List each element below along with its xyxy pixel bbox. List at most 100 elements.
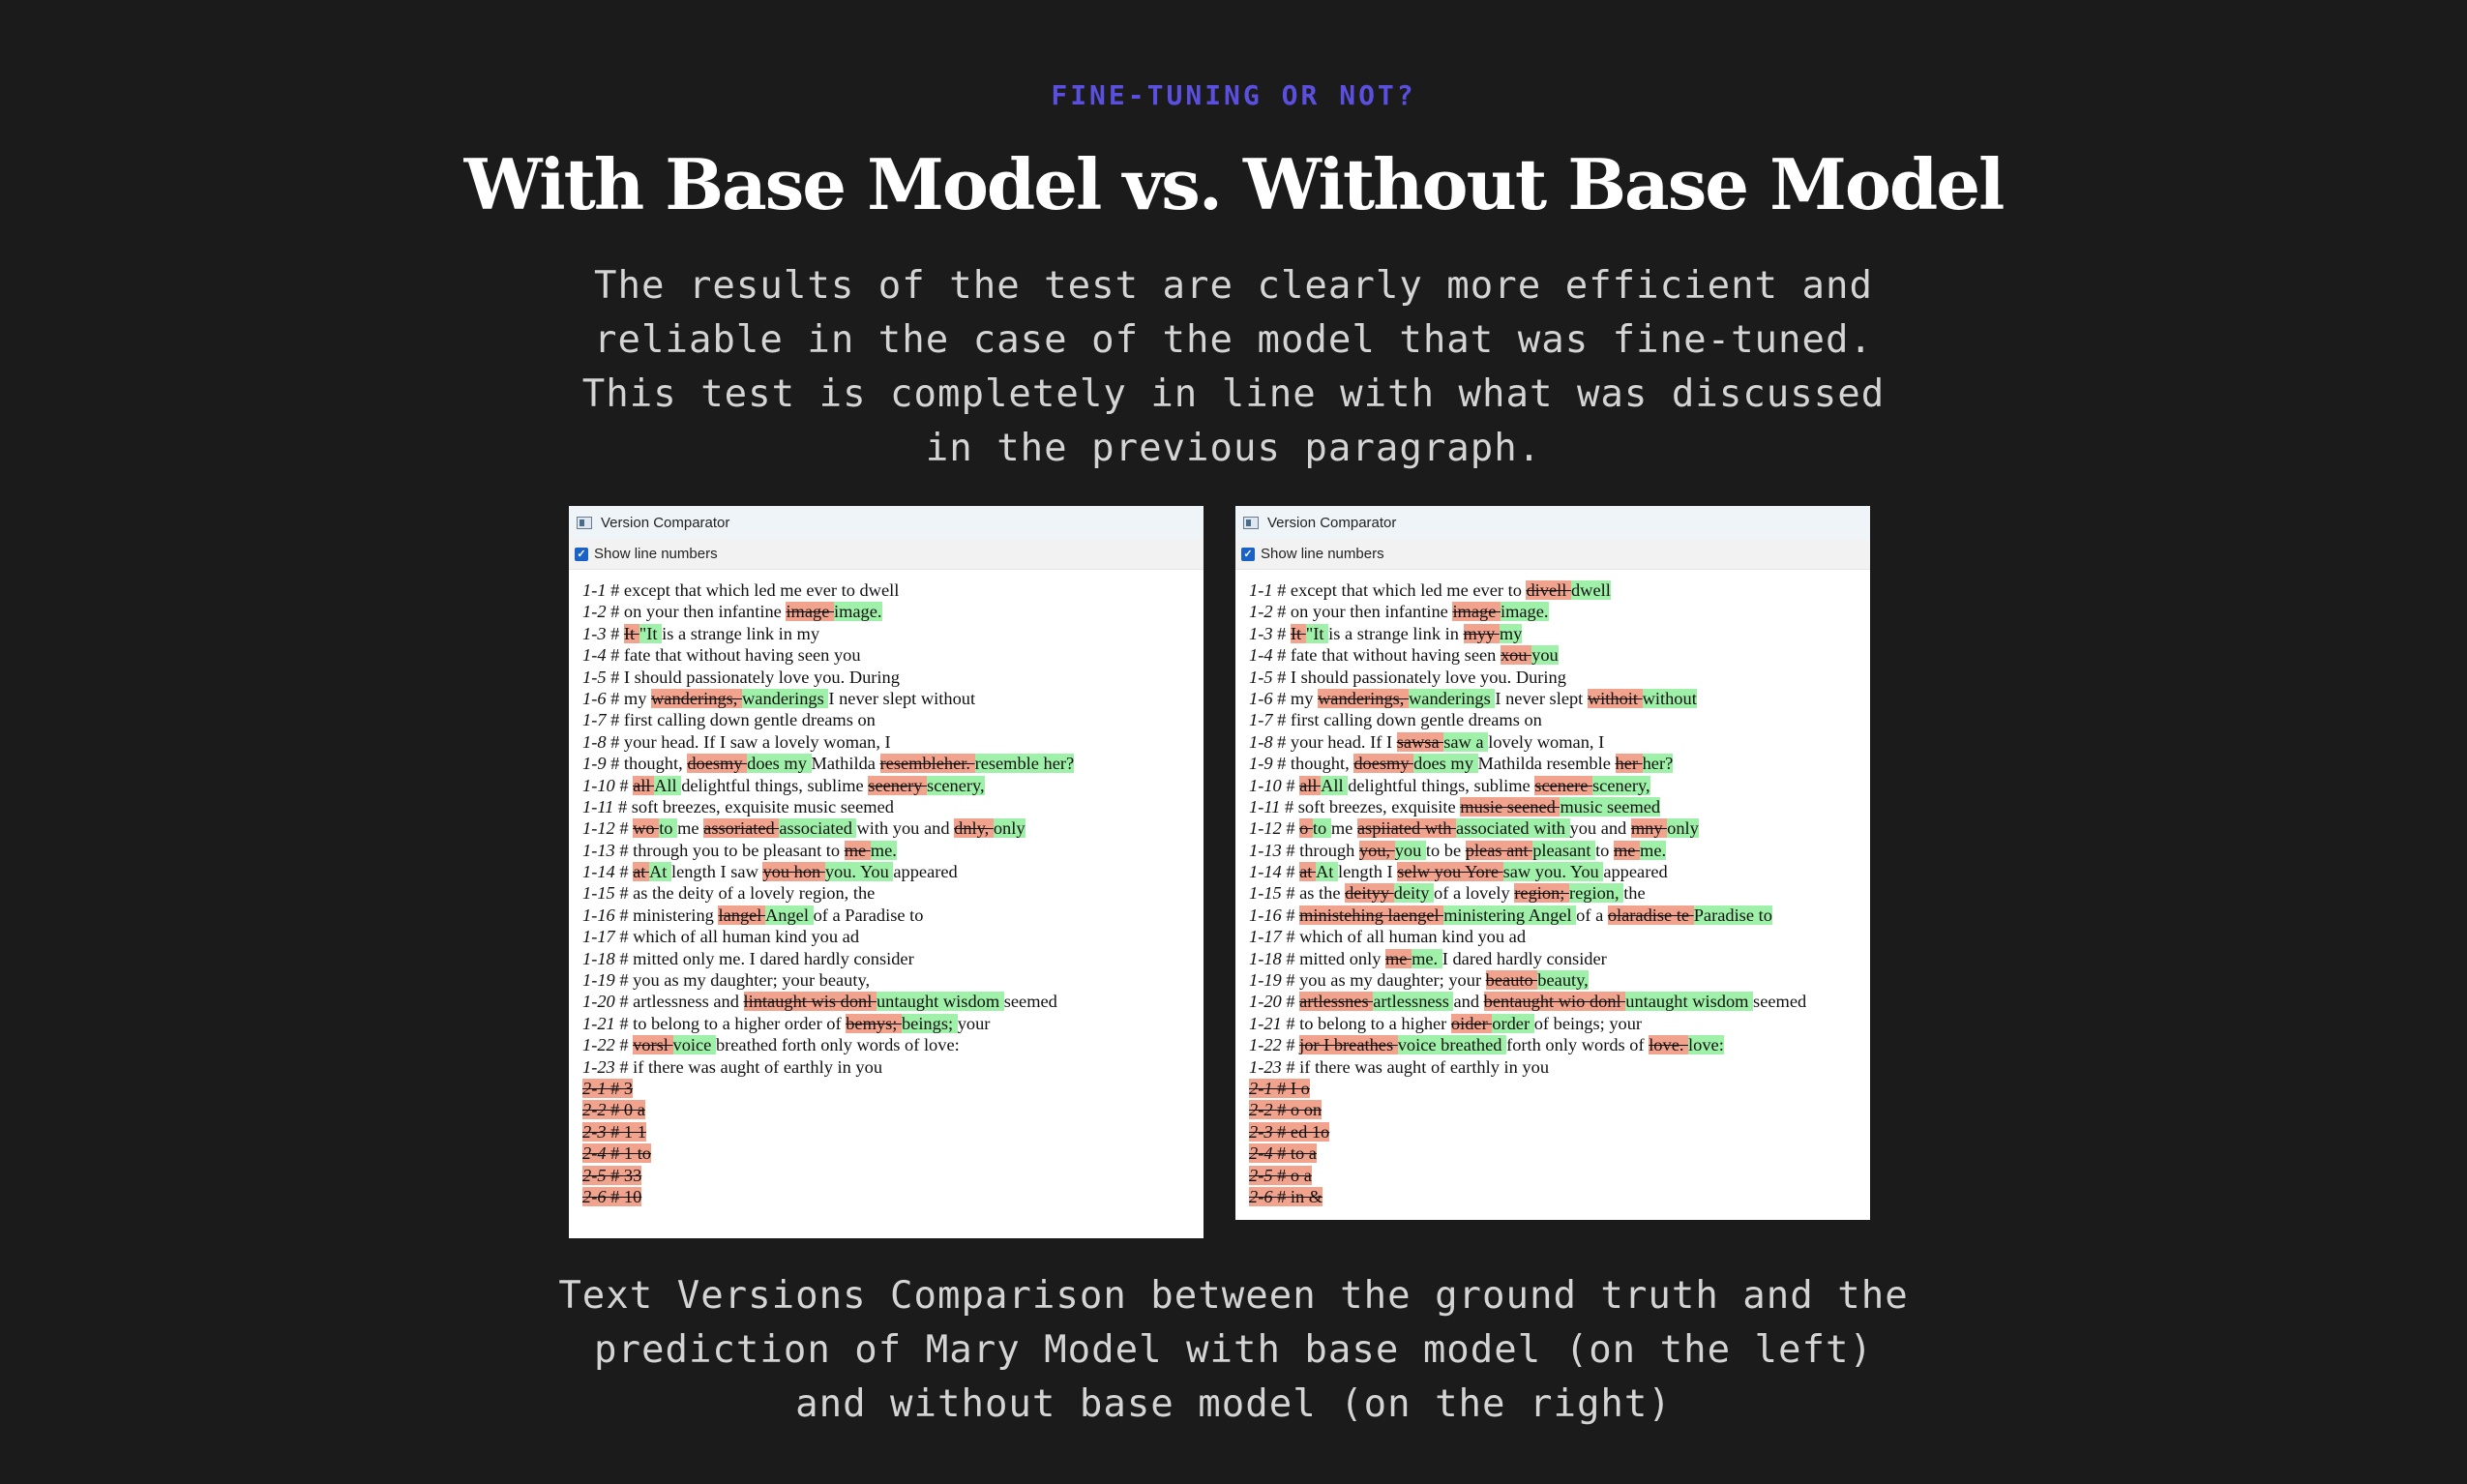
deleted-text: all — [1299, 775, 1322, 795]
line-separator: # — [614, 883, 634, 904]
line-number: 1-14 — [582, 862, 615, 882]
inserted-text: without — [1642, 688, 1697, 708]
unchanged-text: my — [623, 688, 652, 708]
inserted-text: wanderings — [742, 688, 829, 708]
inserted-text: pleasant — [1532, 840, 1596, 860]
left-comparator-window: Version Comparator ✓ Show line numbers 1… — [569, 506, 1204, 1238]
unchanged-text: first calling down gentle dreams on — [623, 710, 876, 730]
line-number: 1-8 — [1249, 731, 1273, 752]
inserted-text: only — [993, 818, 1025, 839]
unchanged-text: through you to be pleasant to — [633, 840, 845, 860]
line-separator: # — [1272, 710, 1291, 730]
inserted-text: associated — [779, 818, 857, 839]
unchanged-text: I should passionately love you. During — [1290, 667, 1566, 687]
deleted-text: 0 a — [623, 1100, 645, 1120]
line-separator: # — [606, 1100, 624, 1120]
diff-line: 2-2 # 0 a — [582, 1099, 1204, 1120]
diff-line: 2-2 # o on — [1249, 1099, 1870, 1120]
line-separator: # — [1281, 1035, 1300, 1055]
unchanged-text: mitted only me. I dared hardly consider — [633, 948, 914, 968]
line-number: 1-19 — [1249, 970, 1282, 991]
line-number: 2-6 — [582, 1186, 607, 1206]
deleted-text: seenery — [868, 775, 928, 795]
diff-line: 1-5 # I should passionately love you. Du… — [1249, 667, 1870, 688]
deleted-text: beauto — [1485, 970, 1538, 991]
inserted-text: image. — [1500, 602, 1549, 622]
inserted-text: saw a — [1443, 731, 1489, 752]
diff-line: 1-13 # through you, you to be pleas ant … — [1249, 840, 1870, 861]
deleted-text: region; — [1514, 883, 1569, 904]
show-line-numbers-checkbox[interactable]: ✓ — [1241, 547, 1255, 561]
line-separator: # — [606, 580, 624, 600]
unchanged-text: me — [1330, 818, 1357, 839]
diff-line: 1-10 # all All delightful things, sublim… — [1249, 775, 1870, 796]
unchanged-text: of a Paradise to — [813, 905, 924, 925]
inserted-text: resemble her? — [974, 754, 1075, 774]
diff-line: 1-17 # which of all human kind you ad — [582, 926, 1204, 947]
unchanged-text: soft breezes, exquisite music seemed — [631, 796, 894, 816]
inserted-text: scenery, — [1592, 775, 1650, 795]
diff-line: 1-7 # first calling down gentle dreams o… — [1249, 709, 1870, 730]
inserted-text: does my — [1413, 754, 1478, 774]
diff-line: 1-23 # if there was aught of earthly in … — [582, 1056, 1204, 1078]
line-number: 1-22 — [1249, 1035, 1282, 1055]
line-separator: # — [1281, 927, 1300, 947]
line-separator: # — [606, 1165, 624, 1185]
deleted-text: It — [1290, 623, 1306, 643]
inserted-text: image. — [833, 602, 882, 622]
inserted-text: to — [1312, 818, 1331, 839]
line-separator: # — [1272, 1165, 1291, 1185]
inserted-text: All — [1321, 775, 1349, 795]
section-eyebrow: FINE-TUNING OR NOT? — [1051, 79, 1416, 111]
inserted-text: untaught wisdom — [876, 992, 1004, 1012]
figure-caption: Text Versions Comparison between the gro… — [558, 1274, 1909, 1426]
diff-line: 1-6 # my wanderings, wanderings I never … — [1249, 688, 1870, 709]
diff-line: 1-3 # It "It is a strange link in my — [582, 623, 1204, 644]
diff-line: 2-6 # in & — [1249, 1186, 1870, 1207]
unchanged-text: soft breezes, exquisite — [1297, 796, 1461, 816]
deleted-text: 1 to — [623, 1143, 652, 1164]
diff-line: 1-10 # all All delightful things, sublim… — [582, 775, 1204, 796]
line-number: 1-15 — [1249, 883, 1282, 904]
line-number: 1-18 — [1249, 948, 1282, 968]
deleted-text: divell — [1526, 580, 1571, 600]
unchanged-text: thought, — [1290, 754, 1354, 774]
diff-line: 1-8 # your head. If I saw a lovely woman… — [582, 731, 1204, 753]
window-titlebar: Version Comparator — [569, 506, 1204, 539]
unchanged-text: I dared hardly consider — [1442, 948, 1607, 968]
deleted-text: you, — [1358, 840, 1395, 860]
diff-line: 1-16 # ministering langel Angel of a Par… — [582, 905, 1204, 926]
line-separator: # — [1281, 883, 1300, 904]
diff-line: 1-20 # artlessness and lintaught wis don… — [582, 991, 1204, 1012]
inserted-text: you — [1531, 645, 1559, 666]
line-separator: # — [614, 948, 634, 968]
right-comparator-window: Version Comparator ✓ Show line numbers 1… — [1235, 506, 1870, 1220]
unchanged-text: to belong to a higher — [1299, 1013, 1451, 1033]
unchanged-text: seemed — [1753, 992, 1807, 1012]
diff-line: 1-22 # vorsl voice breathed forth only w… — [582, 1034, 1204, 1055]
inserted-text: to — [659, 818, 678, 839]
unchanged-text: length I — [1337, 862, 1398, 882]
line-separator: # — [606, 710, 624, 730]
deleted-text: 1 1 — [623, 1121, 646, 1142]
line-separator: # — [614, 1056, 634, 1077]
unchanged-text: delightful things, sublime — [1348, 775, 1535, 795]
inserted-text: only — [1667, 818, 1699, 839]
line-number: 1-6 — [582, 688, 607, 708]
line-separator: # — [1281, 818, 1300, 839]
show-line-numbers-checkbox[interactable]: ✓ — [575, 547, 588, 561]
inserted-text: music seemed — [1560, 796, 1661, 816]
diff-line: 1-22 # jor I breathes voice breathed for… — [1249, 1034, 1870, 1055]
diff-line: 1-12 # o to me aspiiated wth associated … — [1249, 817, 1870, 839]
deleted-text: aspiiated wth — [1356, 818, 1457, 839]
deleted-text: mny — [1630, 818, 1668, 839]
line-separator: # — [614, 970, 634, 991]
inserted-text: love: — [1688, 1035, 1724, 1055]
unchanged-text: if there was aught of earthly in you — [633, 1056, 883, 1077]
unchanged-text: of a lovely — [1434, 883, 1515, 904]
diff-line: 1-16 # ministehing laengel ministering A… — [1249, 905, 1870, 926]
diff-line: 2-3 # ed 1o — [1249, 1121, 1870, 1143]
diff-line: 1-9 # thought, doesmy does my Mathilda r… — [582, 753, 1204, 774]
unchanged-text: your head. If I — [1290, 731, 1397, 752]
diff-line: 1-14 # at At length I saw you hon you. Y… — [582, 861, 1204, 882]
